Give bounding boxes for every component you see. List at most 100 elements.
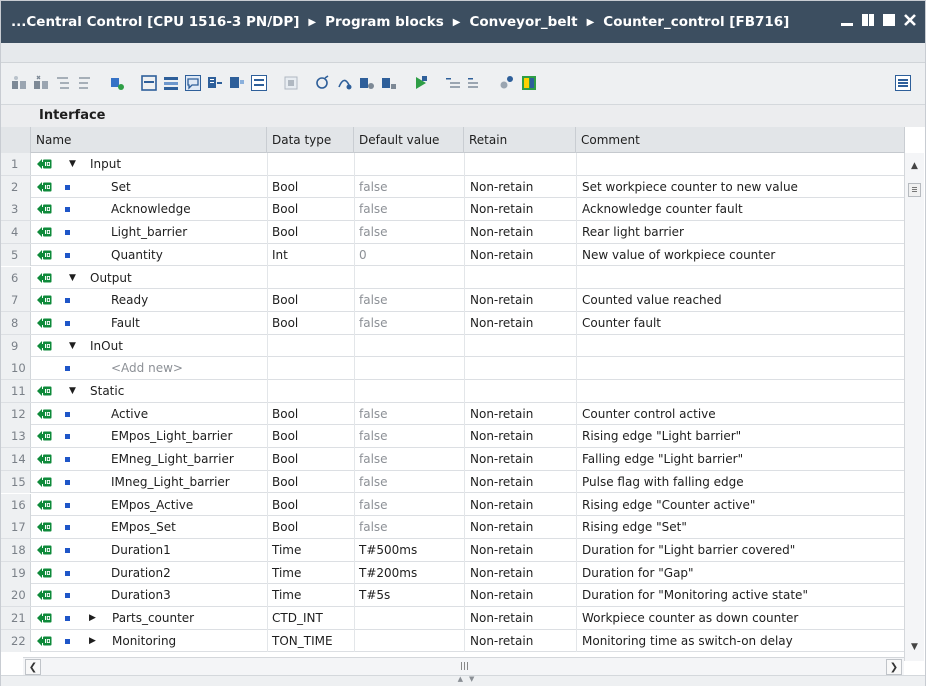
collapse-all-icon[interactable] xyxy=(251,75,267,91)
table-row[interactable]: 22 ▶ Monitoring TON_TIME Non-retain Monitorin… xyxy=(1,629,905,653)
table-row[interactable]: 21 ▶ Parts_counter CTD_INT Non-retain Workpie… xyxy=(1,607,905,630)
default-value-cell[interactable]: T#5s xyxy=(354,584,464,606)
data-type-cell[interactable]: Bool xyxy=(267,494,354,516)
comment-cell[interactable]: Duration for "Monitoring active state" xyxy=(576,584,905,606)
comment-cell[interactable]: Rising edge "Set" xyxy=(576,516,905,538)
name-cell[interactable]: Set xyxy=(111,176,267,198)
scroll-left-icon[interactable]: ❮ xyxy=(25,659,41,675)
comment-cell[interactable]: Set workpiece counter to new value xyxy=(576,176,905,198)
comment-cell[interactable] xyxy=(576,153,905,175)
retain-cell[interactable]: Non-retain xyxy=(464,516,576,538)
retain-cell[interactable]: Non-retain xyxy=(464,494,576,516)
collapse-arrow-icon[interactable]: ▼ xyxy=(69,153,83,175)
data-type-cell[interactable]: Bool xyxy=(267,312,354,334)
splitter-down-icon[interactable]: ▼ xyxy=(469,675,474,685)
retain-cell[interactable] xyxy=(464,380,576,402)
list-view-icon[interactable] xyxy=(895,75,911,91)
comment-cell[interactable]: Rising edge "Counter active" xyxy=(576,494,905,516)
data-type-cell[interactable]: Bool xyxy=(267,198,354,220)
column-header-name[interactable]: Name xyxy=(31,127,267,153)
data-type-cell[interactable] xyxy=(267,335,354,357)
table-row[interactable]: 7 Ready Bool false Non-retain Counted value r… xyxy=(1,289,905,312)
name-cell[interactable]: EMneg_Light_barrier xyxy=(111,448,267,470)
comment-cell[interactable]: Duration for "Gap" xyxy=(576,562,905,584)
name-cell[interactable]: Fault xyxy=(111,312,267,334)
name-cell[interactable]: Input xyxy=(90,153,267,175)
table-row[interactable]: 6 ▼ Output xyxy=(1,266,905,290)
data-type-cell[interactable] xyxy=(267,380,354,402)
data-type-cell[interactable]: Bool xyxy=(267,448,354,470)
table-row[interactable]: 5 Quantity Int 0 Non-retain New value of work… xyxy=(1,243,905,267)
comment-cell[interactable]: Falling edge "Light barrier" xyxy=(576,448,905,470)
expand-all-icon[interactable] xyxy=(229,75,245,91)
table-row[interactable]: 15 IMneg_Light_barrier Bool false Non-retain… xyxy=(1,470,905,494)
table-row[interactable]: 4 Light_barrier Bool false Non-retain Rear li… xyxy=(1,221,905,244)
delete-row-icon[interactable] xyxy=(33,75,49,91)
breadcrumb-counter-control[interactable]: Counter_control [FB716] xyxy=(603,14,789,30)
comment-cell[interactable] xyxy=(576,380,905,402)
expand-arrow-icon[interactable]: ▶ xyxy=(89,630,101,652)
retain-cell[interactable] xyxy=(464,357,576,379)
name-cell[interactable]: EMpos_Set xyxy=(111,516,267,538)
comment-cell[interactable] xyxy=(576,335,905,357)
name-cell[interactable]: Duration3 xyxy=(111,584,267,606)
default-value-cell[interactable]: T#200ms xyxy=(354,562,464,584)
collapse-arrow-icon[interactable]: ▼ xyxy=(69,380,83,402)
table-row[interactable]: 8 Fault Bool false Non-retain Counter fault xyxy=(1,311,905,335)
outdent-icon[interactable] xyxy=(77,75,93,91)
table-row[interactable]: 17 EMpos_Set Bool false Non-retain Rising edg… xyxy=(1,516,905,539)
dock-icon[interactable] xyxy=(861,13,875,27)
monitor-icon[interactable] xyxy=(109,75,125,91)
table-row[interactable]: 1 ▼ Input xyxy=(1,153,905,176)
default-value-cell[interactable]: false xyxy=(354,448,464,470)
default-value-cell[interactable]: T#500ms xyxy=(354,539,464,561)
column-header-retain[interactable]: Retain xyxy=(464,127,576,153)
collapse-arrow-icon[interactable]: ▼ xyxy=(69,267,83,289)
collapse-icon[interactable] xyxy=(163,75,179,91)
scroll-thumb[interactable] xyxy=(908,183,921,197)
expand-arrow-icon[interactable]: ▶ xyxy=(89,607,101,629)
data-type-cell[interactable]: Bool xyxy=(267,425,354,447)
name-cell[interactable]: Light_barrier xyxy=(111,221,267,243)
retain-cell[interactable]: Non-retain xyxy=(464,607,576,629)
snapshot-icon[interactable] xyxy=(283,75,299,91)
retain-cell[interactable]: Non-retain xyxy=(464,312,576,334)
table-row[interactable]: 18 Duration1 Time T#500ms Non-retain Duration… xyxy=(1,538,905,562)
network-icon[interactable] xyxy=(207,75,223,91)
breadcrumb-conveyor-belt[interactable]: Conveyor_belt xyxy=(469,14,577,30)
data-type-cell[interactable]: Time xyxy=(267,584,354,606)
name-cell[interactable]: IMneg_Light_barrier xyxy=(111,471,267,493)
name-cell[interactable]: Acknowledge xyxy=(111,198,267,220)
horizontal-scrollbar[interactable]: ❮ ❯ xyxy=(23,657,904,675)
comment-cell[interactable]: Counter control active xyxy=(576,403,905,425)
default-value-cell[interactable] xyxy=(354,380,464,402)
table-row[interactable]: 13 EMpos_Light_barrier Bool false Non-retain… xyxy=(1,425,905,449)
default-value-cell[interactable] xyxy=(354,630,464,652)
indent-icon[interactable] xyxy=(55,75,71,91)
table-row[interactable]: 9 ▼ InOut xyxy=(1,334,905,358)
comment-cell[interactable]: Pulse flag with falling edge xyxy=(576,471,905,493)
collapse-arrow-icon[interactable]: ▼ xyxy=(69,335,83,357)
name-cell[interactable]: Monitoring xyxy=(112,630,267,652)
comment-cell[interactable]: Monitoring time as switch-on delay xyxy=(576,630,905,652)
comment-cell[interactable]: Rising edge "Light barrier" xyxy=(576,425,905,447)
data-type-cell[interactable] xyxy=(267,153,354,175)
indent-right-icon[interactable] xyxy=(445,75,461,91)
minimize-icon[interactable] xyxy=(840,13,854,27)
retain-cell[interactable]: Non-retain xyxy=(464,425,576,447)
comment-cell[interactable]: Counter fault xyxy=(576,312,905,334)
data-type-cell[interactable]: Bool xyxy=(267,221,354,243)
data-type-cell[interactable]: Bool xyxy=(267,516,354,538)
data-type-cell[interactable]: Time xyxy=(267,539,354,561)
default-value-cell[interactable]: 0 xyxy=(354,244,464,266)
breadcrumb-cpu[interactable]: ...Central Control [CPU 1516-3 PN/DP] xyxy=(11,14,299,30)
name-cell[interactable]: Duration1 xyxy=(111,539,267,561)
compare-icon[interactable] xyxy=(315,75,331,91)
column-header-comment[interactable]: Comment xyxy=(576,127,905,153)
retain-cell[interactable] xyxy=(464,267,576,289)
name-cell[interactable]: Active xyxy=(111,403,267,425)
retain-cell[interactable]: Non-retain xyxy=(464,403,576,425)
default-value-cell[interactable]: false xyxy=(354,198,464,220)
table-row[interactable]: 14 EMneg_Light_barrier Bool false Non-retain… xyxy=(1,448,905,471)
table-row[interactable]: 20 Duration3 Time T#5s Non-retain Duration fo… xyxy=(1,584,905,607)
